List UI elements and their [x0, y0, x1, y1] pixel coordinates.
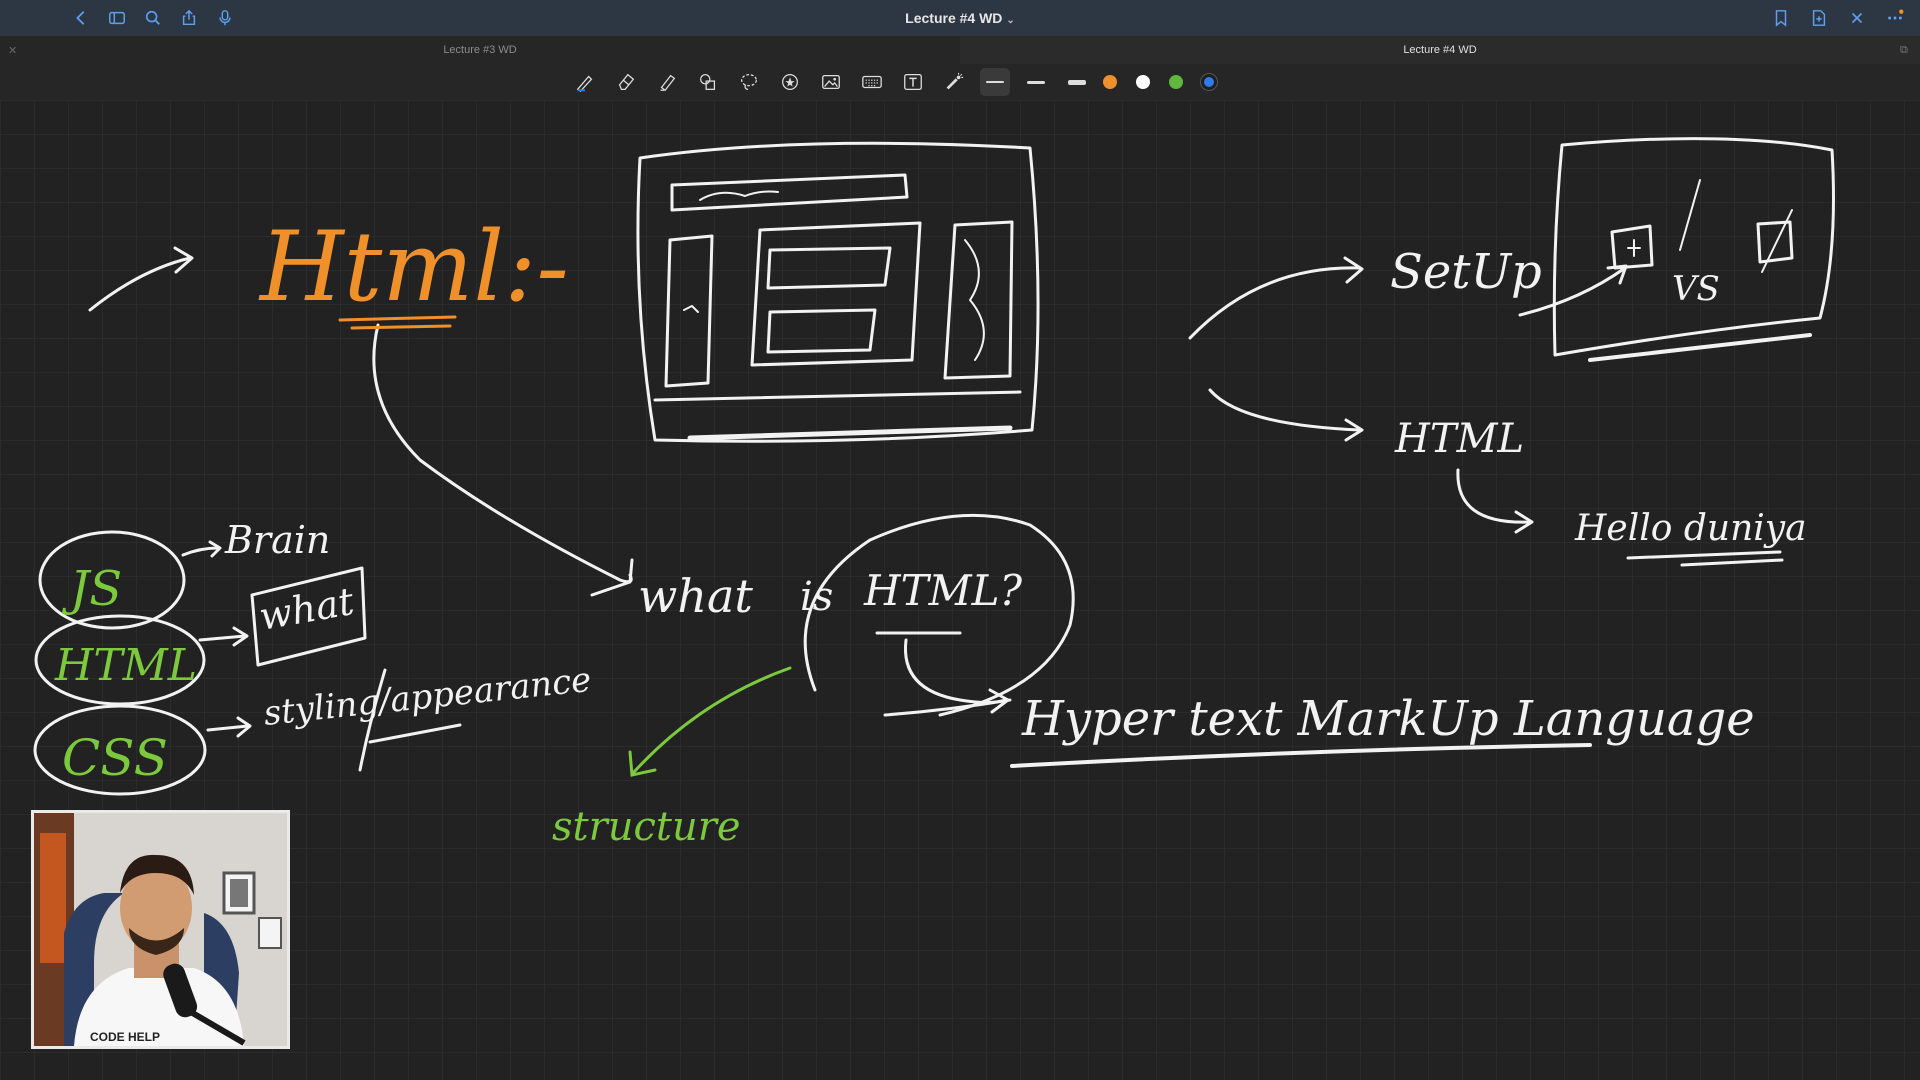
wireframe-mark	[683, 305, 699, 313]
tab-lecture-4[interactable]: Lecture #4 WD	[960, 36, 1920, 64]
highlighter-icon[interactable]	[652, 68, 682, 96]
title-bar-right-controls	[1770, 0, 1906, 36]
search-icon[interactable]	[142, 7, 164, 29]
wireframe-center-box-2	[766, 308, 877, 354]
hello-label: Hello duniya	[1574, 508, 1807, 549]
wireframe-header-bar	[670, 173, 909, 212]
webcam-overlay: CODE HELP	[31, 810, 290, 1049]
brain-label: Brain	[224, 518, 330, 562]
css-label: CSS	[62, 729, 168, 787]
wireframe-left-column	[664, 234, 714, 388]
shapes-icon[interactable]	[693, 68, 723, 96]
question-is: is	[800, 574, 833, 620]
webcam-video-frame: CODE HELP	[34, 813, 287, 1046]
bookmark-icon[interactable]	[1770, 7, 1792, 29]
tab-label: Lecture #4 WD	[1403, 44, 1477, 56]
drawing-toolbar	[0, 64, 1920, 100]
tab-bar: ✕ Lecture #3 WD ✕ Lecture #4 WD ⧉	[0, 36, 1920, 65]
arrow-to-structure	[632, 666, 792, 774]
tab-label: Lecture #3 WD	[443, 44, 517, 56]
arrow-to-expansion	[903, 638, 1007, 704]
html-label: HTML	[1394, 416, 1524, 462]
color-white-swatch[interactable]	[1136, 75, 1150, 89]
html-heading-underline-2	[350, 324, 452, 330]
thick-stroke-swatch	[1068, 79, 1086, 85]
plus-sign	[1627, 239, 1641, 257]
share-icon[interactable]	[178, 7, 200, 29]
chevron-down-icon: ⌄	[1006, 15, 1015, 26]
color-green-swatch[interactable]	[1169, 75, 1183, 89]
arrowhead-stroke	[1343, 256, 1364, 284]
wireframe-footer-line	[653, 390, 1022, 402]
vscode-window-right	[1756, 220, 1794, 264]
pen-icon[interactable]	[570, 68, 600, 96]
arrow-to-html-stroke	[88, 256, 192, 312]
document-title-text: Lecture #4 WD	[905, 10, 1003, 26]
title-bar: Lecture #4 WD ⌄	[0, 0, 1920, 36]
laser-pointer-icon[interactable]	[939, 68, 969, 96]
eraser-icon[interactable]	[611, 68, 641, 96]
js-label: JS	[61, 561, 122, 617]
arrow-to-styling	[206, 724, 250, 732]
new-tab-icon[interactable]: ⧉	[1900, 36, 1908, 64]
structure-label: structure	[552, 804, 741, 850]
sidebar-toggle-icon[interactable]	[106, 7, 128, 29]
title-bar-left-controls	[70, 0, 236, 36]
close-icon[interactable]	[1846, 7, 1868, 29]
medium-stroke-swatch	[1027, 80, 1045, 84]
vscode-slash	[1679, 179, 1701, 251]
medium-stroke-option[interactable]	[1021, 68, 1051, 96]
new-page-icon[interactable]	[1808, 7, 1830, 29]
more-options-icon[interactable]	[1884, 7, 1906, 29]
wireframe-center-box-1	[766, 246, 892, 290]
wireframe-right-scribble	[964, 239, 985, 361]
arrow-to-setup-stroke	[1188, 266, 1362, 340]
vscode-box-underline	[1588, 333, 1812, 362]
back-icon[interactable]	[70, 7, 92, 29]
shirt-logo-text: CODE HELP	[90, 1030, 160, 1044]
tool-group	[570, 68, 1214, 96]
expansion-label: Hyper text MarkUp Language	[1021, 691, 1755, 747]
vs-label: VS	[1672, 269, 1720, 309]
microphone-icon[interactable]	[214, 7, 236, 29]
hello-underline-1	[1626, 550, 1782, 560]
color-orange-swatch[interactable]	[1103, 75, 1117, 89]
vscode-slash	[1761, 209, 1793, 273]
thin-stroke-option[interactable]	[980, 68, 1010, 96]
html-heading: Html:-	[258, 211, 569, 323]
lasso-icon[interactable]	[734, 68, 764, 96]
arrow-to-html-label	[1208, 388, 1362, 432]
what-box-label: what	[256, 579, 358, 639]
keyboard-icon[interactable]	[857, 68, 887, 96]
arrow-to-what	[198, 634, 247, 642]
curve-html-to-what	[372, 323, 633, 584]
hello-underline-2	[1680, 558, 1784, 567]
color-blue-swatch[interactable]	[1204, 77, 1214, 87]
expansion-underline	[1010, 743, 1592, 768]
setup-label: SetUp	[1390, 244, 1542, 300]
question-what: what	[638, 569, 753, 623]
wireframe-center-column	[750, 221, 922, 367]
document-title[interactable]: Lecture #4 WD ⌄	[905, 10, 1015, 26]
tab-lecture-3[interactable]: Lecture #3 WD	[0, 36, 960, 64]
image-icon[interactable]	[816, 68, 846, 96]
html-oval-label: HTML	[54, 640, 197, 691]
thick-stroke-option[interactable]	[1062, 68, 1092, 96]
text-icon[interactable]	[898, 68, 928, 96]
wireframe-header-scribble	[699, 190, 779, 201]
question-oval	[803, 513, 1075, 717]
sticker-icon[interactable]	[775, 68, 805, 96]
question-html: HTML?	[863, 566, 1023, 615]
styling-label: styling/appearance	[262, 660, 593, 734]
styling-underline	[368, 723, 462, 744]
document-title-area: Lecture #4 WD ⌄	[0, 0, 1920, 36]
thin-stroke-swatch	[986, 81, 1004, 83]
